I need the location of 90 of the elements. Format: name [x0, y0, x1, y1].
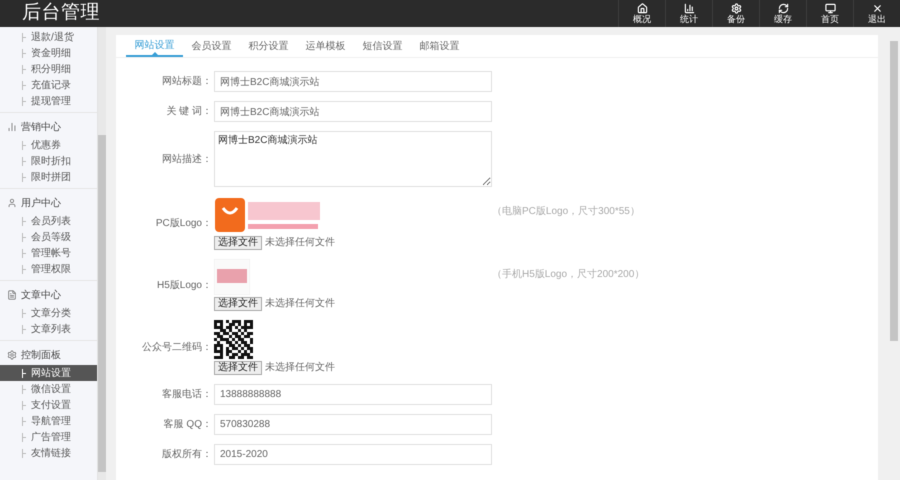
field-label: 网站描述：	[161, 152, 213, 166]
field-label: 公众号二维码：	[141, 340, 213, 355]
text-area[interactable]: 网博士B2C商城演示站	[214, 131, 492, 187]
home-icon	[636, 2, 648, 14]
tree-branch-icon	[22, 368, 26, 378]
toolbar-button[interactable]: 缓存	[759, 0, 806, 27]
sidebar-item[interactable]: 限时折扣	[0, 153, 97, 169]
tree-branch-icon	[22, 416, 26, 426]
monitor-icon	[824, 2, 836, 14]
field-label: 网站标题：	[161, 74, 213, 89]
field-label: 客服 QQ：	[162, 418, 213, 432]
user-icon	[7, 198, 17, 208]
sidebar-item[interactable]: 限时拼团	[0, 169, 97, 185]
tree-branch-icon	[22, 172, 26, 182]
tree-branch-icon	[22, 156, 26, 166]
tree-branch-icon	[22, 400, 26, 410]
tree-branch-icon	[22, 80, 26, 90]
settings-tab[interactable]: 邮箱设置	[411, 35, 468, 57]
hint-text: （手机H5版Logo，尺寸200*200）	[492, 268, 644, 282]
logo-image	[214, 259, 250, 295]
text-field[interactable]: 13888888888	[214, 384, 492, 405]
file-status: 未选择任何文件	[265, 360, 335, 375]
tree-branch-icon	[22, 248, 26, 258]
sidebar-item[interactable]: 微信设置	[0, 381, 97, 397]
field-label: 客服电话：	[161, 388, 213, 402]
toolbar-button[interactable]: 概况	[618, 0, 665, 27]
sidebar-item[interactable]: 文章分类	[0, 305, 97, 321]
sidebar-item[interactable]: 优惠券	[0, 137, 97, 153]
file-status: 未选择任何文件	[265, 296, 335, 311]
text-field[interactable]: 2015-2020	[214, 444, 492, 465]
settings-tab[interactable]: 短信设置	[354, 35, 411, 57]
sidebar-item[interactable]: 积分明细	[0, 61, 97, 77]
choose-file-button[interactable]: 选择文件	[214, 296, 262, 310]
bar-chart-icon	[7, 122, 17, 132]
sidebar-item[interactable]: 提现管理	[0, 93, 97, 109]
sidebar-item[interactable]: 广告管理	[0, 429, 97, 445]
file-status: 未选择任何文件	[265, 236, 335, 250]
sidebar-section-header[interactable]: 文章中心	[0, 285, 97, 305]
tree-branch-icon	[22, 432, 26, 442]
toolbar-button[interactable]: 统计	[665, 0, 712, 27]
tree-branch-icon	[22, 264, 26, 274]
tree-branch-icon	[22, 96, 26, 106]
sidebar-item[interactable]: 退款/退货	[0, 29, 97, 45]
qr-code	[214, 320, 253, 359]
tree-branch-icon	[22, 384, 26, 394]
sidebar-item[interactable]: 支付设置	[0, 397, 97, 413]
settings-icon	[7, 350, 17, 360]
sidebar-section-header[interactable]: 营销中心	[0, 117, 97, 137]
sidebar-item[interactable]: 管理帐号	[0, 245, 97, 261]
text-field[interactable]: 网博士B2C商城演示站	[214, 101, 492, 122]
toolbar-button[interactable]: 备份	[712, 0, 759, 27]
tree-branch-icon	[22, 448, 26, 458]
settings-tab[interactable]: 积分设置	[240, 35, 297, 57]
settings-tab[interactable]: 会员设置	[183, 35, 240, 57]
text-field[interactable]: 570830288	[214, 414, 492, 435]
field-label: 关 键 词：	[165, 104, 213, 119]
sidebar-item[interactable]: 友情链接	[0, 445, 97, 461]
settings-icon	[730, 2, 742, 14]
tree-branch-icon	[22, 232, 26, 242]
choose-file-button[interactable]: 选择文件	[214, 360, 262, 374]
field-label: 版权所有：	[161, 448, 213, 462]
tree-branch-icon	[22, 140, 26, 150]
close-icon	[872, 2, 882, 14]
sidebar-item[interactable]: 资金明细	[0, 45, 97, 61]
refresh-icon	[778, 2, 788, 14]
sidebar-item[interactable]: 会员等级	[0, 229, 97, 245]
text-field[interactable]: 网博士B2C商城演示站	[214, 71, 492, 92]
sidebar-item[interactable]: 导航管理	[0, 413, 97, 429]
choose-file-button[interactable]: 选择文件	[214, 236, 262, 250]
sidebar-item[interactable]: 会员列表	[0, 213, 97, 229]
document-icon	[7, 290, 17, 300]
toolbar-button[interactable]: 首页	[806, 0, 853, 27]
settings-tab[interactable]: 运单模板	[297, 35, 354, 57]
hint-text: （电脑PC版Logo，尺寸300*55）	[492, 204, 640, 219]
tree-branch-icon	[22, 308, 26, 318]
field-label: H5版Logo：	[156, 278, 213, 292]
sidebar-item[interactable]: 充值记录	[0, 77, 97, 93]
sidebar-item[interactable]: 网站设置	[0, 365, 97, 381]
sidebar-section-header[interactable]: 控制面板	[0, 345, 97, 365]
tree-branch-icon	[22, 32, 26, 42]
sidebar-item[interactable]: 文章列表	[0, 321, 97, 337]
tree-branch-icon	[22, 48, 26, 58]
sidebar-section-header[interactable]: 用户中心	[0, 193, 97, 213]
tree-branch-icon	[22, 324, 26, 334]
tree-branch-icon	[22, 216, 26, 226]
sidebar-item[interactable]: 管理权限	[0, 261, 97, 277]
bar-chart-icon	[684, 2, 694, 14]
field-label: PC版Logo：	[154, 216, 213, 230]
tree-branch-icon	[22, 64, 26, 74]
app-title: 后台管理	[22, 1, 100, 26]
